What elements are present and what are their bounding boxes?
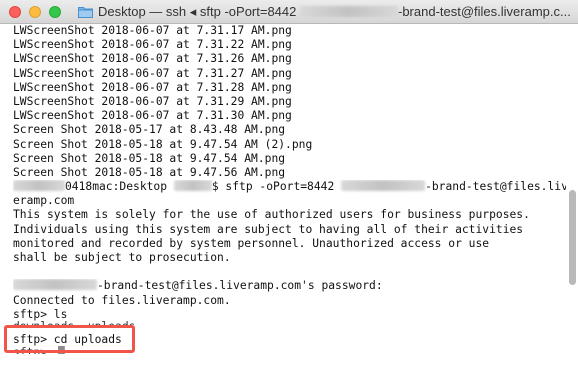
redacted-username [299,6,398,17]
output-line: Connected to files.liveramp.com. [13,293,231,307]
highlight-annotation-box [4,325,135,353]
output-line: LWScreenShot 2018-06-07 at 7.31.29 AM.pn… [13,94,292,108]
shell-prompt-line: 0418mac:Desktop $ sftp -oPort=8442 -bran… [13,180,566,194]
output-line: LWScreenShot 2018-06-07 at 7.31.28 AM.pn… [13,80,292,94]
window-title-suffix: -brand-test@files.liveramp.c... [397,4,571,19]
output-line: Screen Shot 2018-05-18 at 9.47.54 AM (2)… [13,137,313,151]
redacted-username [13,279,97,291]
window-title: Desktop — ssh ◂ sftp -oPort=8442 -brand-… [98,4,571,20]
output-line: LWScreenShot 2018-06-07 at 7.31.17 AM.pn… [13,24,292,37]
terminal-window: Desktop — ssh ◂ sftp -oPort=8442 -brand-… [0,0,578,366]
terminal-output[interactable]: LWScreenShot 2018-06-07 at 7.31.17 AM.pn… [0,24,566,366]
notice-line: shall be subject to prosecution. [13,251,231,264]
output-line: eramp.com [13,194,75,208]
zoom-window-button[interactable] [49,6,61,18]
notice-line: monitored and recorded by system personn… [13,236,490,250]
redacted-username [341,180,426,192]
output-line: LWScreenShot 2018-06-07 at 7.31.27 AM.pn… [13,66,292,80]
close-window-button[interactable] [9,6,21,18]
output-line: Screen Shot 2018-05-18 at 9.47.54 AM.png [13,151,286,165]
redacted-username [13,180,65,192]
window-title-prefix: Desktop — ssh ◂ sftp -oPort=8442 [98,4,300,19]
password-prompt: -brand-test@files.liveramp.com's passwor… [97,279,383,293]
prompt-command-tail: -brand-test@files.liv [425,180,566,194]
prompt-command: $ sftp -oPort=8442 [211,180,342,194]
notice-line: Individuals using this system are subjec… [13,222,524,236]
output-line: Screen Shot 2018-05-18 at 9.47.56 AM.png [13,165,286,179]
minimize-window-button[interactable] [29,6,41,18]
folder-icon [78,7,93,18]
prompt-host: 0418mac:Desktop [65,180,174,194]
vertical-scrollbar[interactable] [569,190,576,285]
output-line: LWScreenShot 2018-06-07 at 7.31.30 AM.pn… [13,109,292,123]
notice-line: This system is solely for the use of aut… [13,208,530,222]
output-line: LWScreenShot 2018-06-07 at 7.31.26 AM.pn… [13,52,292,66]
redacted-username [173,180,212,192]
output-line: Screen Shot 2018-05-17 at 8.43.48 AM.png [13,123,286,137]
password-prompt-line: -brand-test@files.liveramp.com's passwor… [13,279,566,293]
output-line: LWScreenShot 2018-06-07 at 7.31.22 AM.pn… [13,38,292,52]
title-bar[interactable]: Desktop — ssh ◂ sftp -oPort=8442 -brand-… [0,0,578,24]
